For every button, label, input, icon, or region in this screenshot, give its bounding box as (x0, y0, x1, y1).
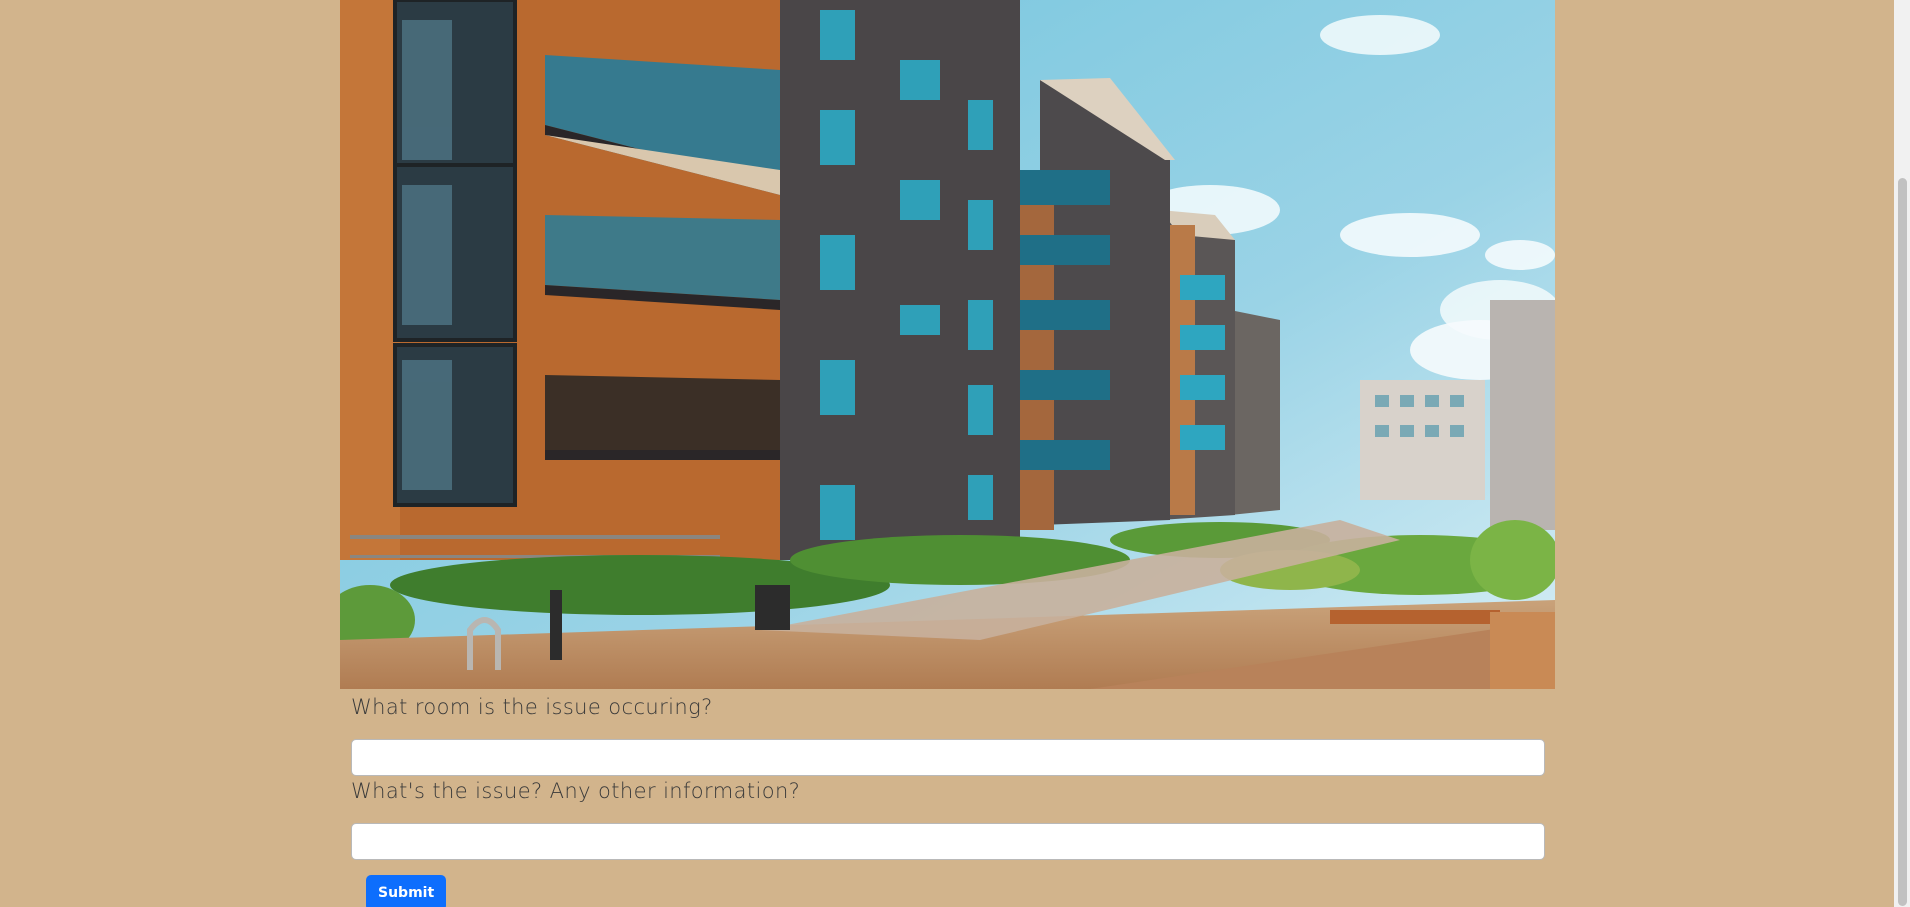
submit-button[interactable]: Submit (366, 875, 447, 907)
page-scrollbar[interactable] (1894, 0, 1910, 907)
issue-input[interactable] (351, 823, 1545, 860)
main-container: What room is the issue occuring? What's … (340, 0, 1555, 907)
apartment-building-image (340, 0, 1555, 689)
issue-label: What's the issue? Any other information? (351, 779, 801, 803)
room-label: What room is the issue occuring? (351, 695, 713, 719)
room-input[interactable] (351, 739, 1545, 776)
scrollbar-thumb[interactable] (1898, 178, 1907, 906)
maintenance-request-form: What room is the issue occuring? What's … (340, 689, 1555, 907)
page: What room is the issue occuring? What's … (0, 0, 1910, 907)
